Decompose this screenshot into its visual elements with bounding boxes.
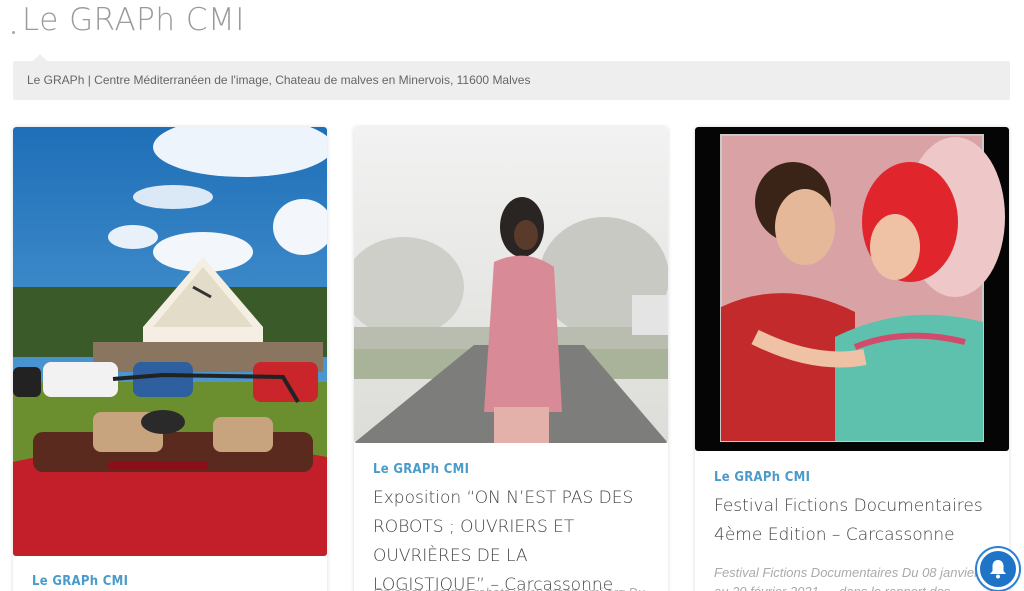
post-card-2[interactable]: Le GRAPh CMI Exposition “ON N’EST PAS DE… bbox=[354, 127, 668, 591]
notification-bell-button[interactable] bbox=[977, 548, 1019, 590]
address-bar: Le GRAPh | Centre Méditerranéen de l'ima… bbox=[13, 54, 1010, 100]
post-title[interactable]: Festival Fictions Documentaires 4ème Edi… bbox=[714, 492, 984, 550]
post-image-pink-coat[interactable] bbox=[354, 127, 668, 443]
address-text: Le GRAPh | Centre Méditerranéen de l'ima… bbox=[27, 73, 531, 87]
post-category[interactable]: Le GRAPh CMI bbox=[32, 574, 128, 589]
post-category[interactable]: Le GRAPh CMI bbox=[373, 462, 469, 477]
post-excerpt: Festival Fictions Documentaires Du 08 ja… bbox=[714, 565, 979, 591]
post-image-convertible[interactable] bbox=[13, 127, 327, 556]
post-title[interactable]: Exposition “ON N’EST PAS DES ROBOTS ; OU… bbox=[373, 484, 643, 591]
post-image-couple[interactable] bbox=[695, 127, 1009, 451]
post-card-1[interactable]: Le GRAPh CMI bbox=[13, 127, 327, 591]
post-card-3[interactable]: Le GRAPh CMI Festival Fictions Documenta… bbox=[695, 127, 1009, 591]
title-marker bbox=[12, 31, 15, 34]
post-category[interactable]: Le GRAPh CMI bbox=[714, 470, 810, 485]
page-title[interactable]: Le GRAPh CMI bbox=[22, 2, 245, 38]
bell-icon bbox=[990, 560, 1006, 579]
post-excerpt: On n'est pas des robots www.graph-cmi.or… bbox=[373, 583, 653, 591]
address-notch bbox=[33, 54, 47, 61]
